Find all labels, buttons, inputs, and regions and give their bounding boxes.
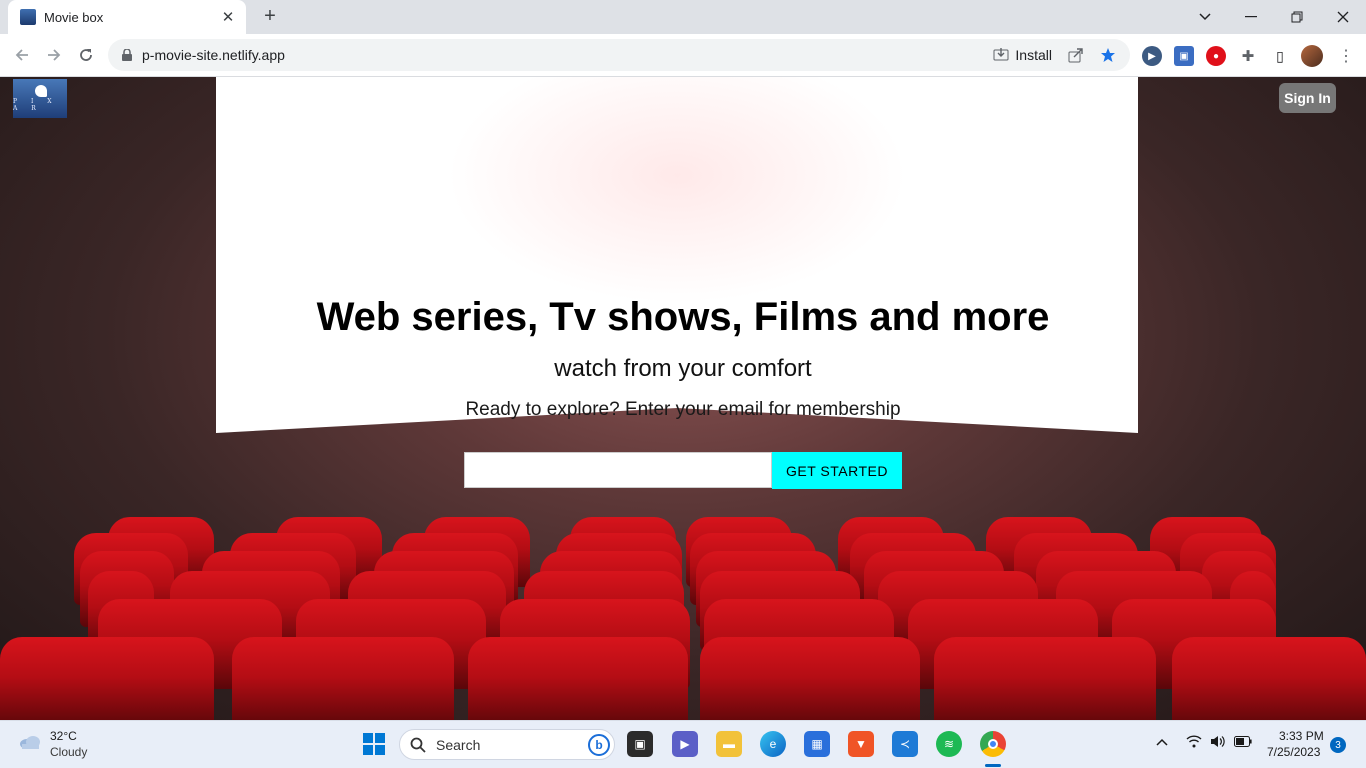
task-view-icon[interactable]: ▣ [627, 731, 653, 757]
adblock-extension-icon[interactable]: ● [1206, 46, 1226, 66]
file-explorer-icon[interactable]: ▬ [716, 731, 742, 757]
minimize-button[interactable] [1228, 0, 1274, 34]
tab-search-icon[interactable] [1182, 0, 1228, 34]
extension-cursor-icon[interactable]: ▶ [1142, 46, 1162, 66]
back-button[interactable] [8, 41, 36, 69]
search-label: Search [436, 736, 481, 753]
seat [934, 637, 1156, 720]
new-tab-button[interactable]: + [258, 5, 282, 29]
extension-screen-icon[interactable]: ▣ [1174, 46, 1194, 66]
edge-browser-icon[interactable]: e [760, 731, 786, 757]
cloud-icon[interactable] [18, 733, 42, 751]
hero-cta-text: Ready to explore? Enter your email for m… [465, 399, 901, 420]
battery-icon[interactable] [1234, 735, 1252, 750]
clock-date[interactable]: 7/25/2023 [1267, 745, 1320, 759]
windows-taskbar: 32°C Cloudy Search b ▣ ▶ ▬ e ▦ ▼ ≺ ≋ 3:3… [0, 720, 1366, 768]
install-label: Install [1015, 47, 1052, 63]
search-icon [410, 737, 426, 753]
address-bar[interactable]: p-movie-site.netlify.app Install [108, 39, 1130, 71]
weather-description[interactable]: Cloudy [50, 745, 87, 759]
restore-button[interactable] [1274, 0, 1320, 34]
side-panel-icon[interactable]: ▯ [1270, 46, 1290, 66]
lamp-icon [35, 85, 47, 97]
hero-title: Web series, Tv shows, Films and more [316, 295, 1050, 339]
site-favicon-icon [20, 9, 36, 25]
get-started-button[interactable]: GET STARTED [772, 452, 902, 489]
lock-icon[interactable] [120, 48, 134, 62]
taskbar-search-box[interactable]: Search b [399, 729, 615, 760]
vscode-icon[interactable]: ≺ [892, 731, 918, 757]
microsoft-store-icon[interactable]: ▦ [804, 731, 830, 757]
close-tab-icon[interactable]: ✕ [220, 8, 236, 26]
volume-icon[interactable] [1210, 735, 1226, 751]
seat [700, 637, 920, 720]
show-hidden-icons-chevron-icon[interactable] [1156, 735, 1168, 750]
windows-start-icon[interactable] [361, 731, 387, 757]
reload-button[interactable] [72, 41, 100, 69]
seat [232, 637, 454, 720]
forward-button[interactable] [40, 41, 68, 69]
chrome-icon[interactable] [980, 731, 1006, 757]
browser-toolbar: p-movie-site.netlify.app Install ▶ ▣ ● ✚… [0, 34, 1366, 77]
active-app-indicator [985, 764, 1001, 767]
close-window-button[interactable] [1320, 0, 1366, 34]
seat [1172, 637, 1366, 720]
bookmark-star-icon[interactable] [1098, 45, 1118, 65]
clock-time[interactable]: 3:33 PM [1279, 729, 1324, 743]
hero-subtitle: watch from your comfort [554, 355, 812, 382]
teams-chat-icon[interactable]: ▶ [672, 731, 698, 757]
seat [468, 637, 688, 720]
brave-browser-icon[interactable]: ▼ [848, 731, 874, 757]
movie-site-page: P I X A R Sign In Web series, Tv shows, … [0, 77, 1366, 720]
logo-text: P I X A R [13, 98, 58, 112]
weather-temperature[interactable]: 32°C [50, 729, 77, 743]
tab-strip: Movie box ✕ + [0, 0, 1366, 34]
share-icon[interactable] [1066, 45, 1086, 65]
url-text[interactable]: p-movie-site.netlify.app [142, 47, 993, 63]
spotify-icon[interactable]: ≋ [936, 731, 962, 757]
seat [0, 637, 214, 720]
tab-title: Movie box [44, 9, 104, 25]
notification-badge[interactable]: 3 [1330, 737, 1346, 753]
sign-in-button[interactable]: Sign In [1279, 83, 1336, 113]
browser-tab[interactable]: Movie box ✕ [8, 0, 246, 34]
extensions-puzzle-icon[interactable]: ✚ [1238, 46, 1258, 66]
browser-menu-icon[interactable]: ⋮ [1336, 46, 1356, 66]
wifi-icon[interactable] [1186, 735, 1202, 751]
site-logo[interactable]: P I X A R [13, 79, 67, 118]
bing-icon[interactable]: b [588, 733, 610, 756]
install-icon [993, 48, 1009, 61]
email-input[interactable] [464, 452, 772, 488]
theater-seats [0, 505, 1366, 720]
install-app-button[interactable]: Install [993, 47, 1052, 63]
profile-avatar[interactable] [1301, 45, 1323, 67]
